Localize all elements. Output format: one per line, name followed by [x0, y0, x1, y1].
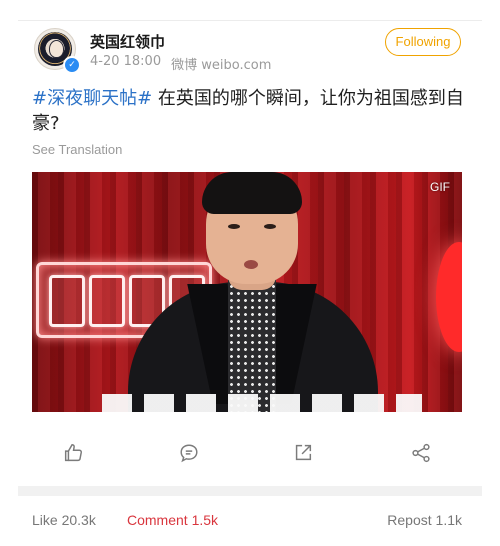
post-media-gif[interactable]: GIF — [32, 172, 462, 412]
repost-button[interactable] — [290, 440, 316, 466]
top-divider — [18, 20, 482, 21]
share-nodes-icon — [412, 443, 430, 463]
neon-glyph — [49, 275, 85, 327]
subtitle-caption — [102, 394, 422, 412]
neon-glyph — [89, 275, 125, 327]
comment-button[interactable] — [176, 440, 202, 466]
polka-dot-shirt — [228, 276, 276, 412]
share-out-icon — [295, 444, 312, 461]
post-meta: 4-20 18:00 微博 weibo.com — [90, 54, 271, 73]
person-eye — [228, 224, 240, 229]
engagement-stats: Like 20.3k Comment 1.5k Repost 1.1k — [32, 512, 462, 534]
verified-badge-icon: ✓ — [63, 56, 81, 74]
share-button[interactable] — [408, 440, 434, 466]
avatar-face — [49, 40, 64, 58]
comment-count[interactable]: Comment 1.5k — [127, 512, 218, 528]
hashtag-link[interactable]: #深夜聊天帖# — [32, 88, 152, 109]
person-hair — [202, 172, 302, 214]
thumbs-up-icon — [64, 444, 82, 462]
section-divider — [18, 486, 482, 496]
person-eye — [264, 224, 276, 229]
action-bar — [0, 440, 500, 470]
comment-icon — [180, 444, 198, 463]
person-mouth — [244, 260, 258, 269]
repost-count[interactable]: Repost 1.1k — [387, 512, 462, 528]
post-source: 微博 weibo.com — [171, 58, 272, 73]
following-button[interactable]: Following — [385, 28, 461, 56]
author-name[interactable]: 英国红领巾 — [90, 31, 165, 52]
post-body: #深夜聊天帖# 在英国的哪个瞬间，让你为祖国感到自豪? — [32, 86, 472, 136]
like-button[interactable] — [60, 440, 86, 466]
gif-badge: GIF — [430, 180, 450, 194]
see-translation-link[interactable]: See Translation — [32, 142, 122, 157]
post-time: 4-20 18:00 — [90, 54, 162, 69]
like-count[interactable]: Like 20.3k — [32, 512, 96, 528]
